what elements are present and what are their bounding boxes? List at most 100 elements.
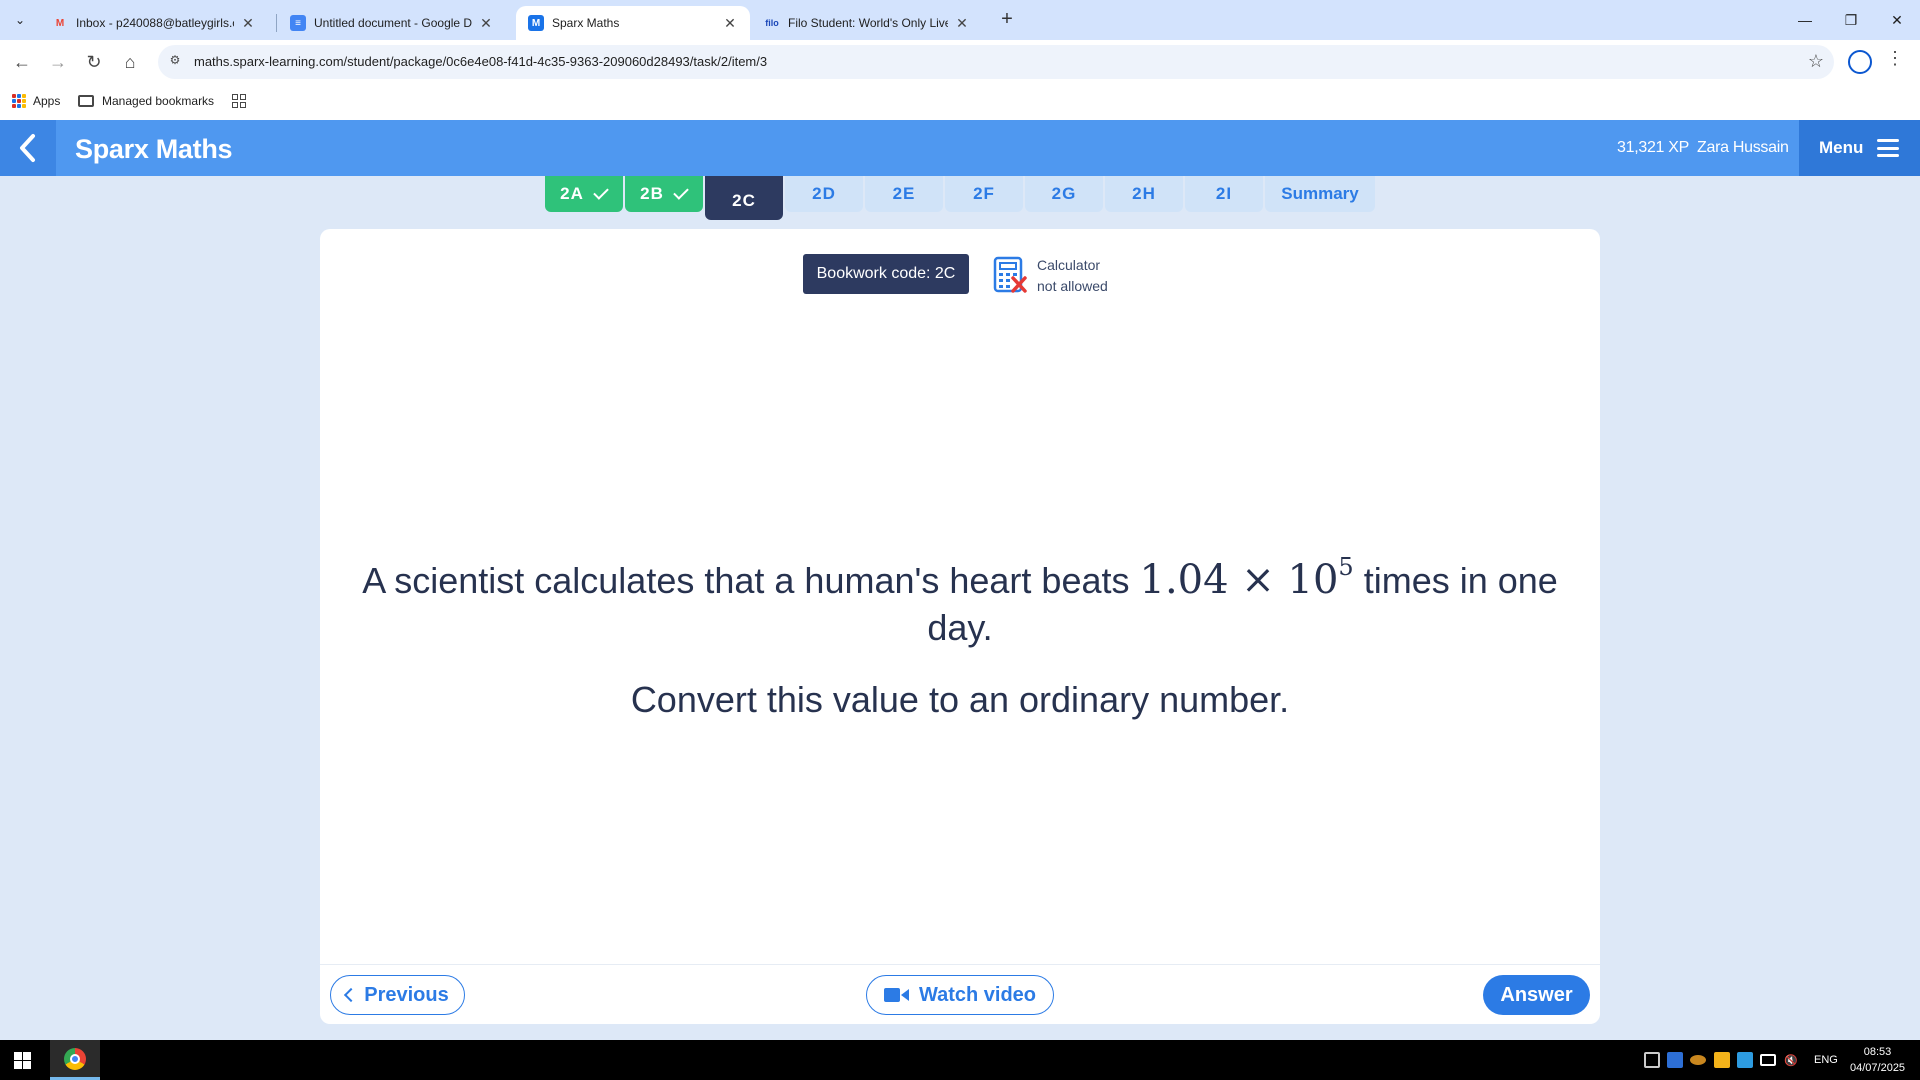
task-tab-2a[interactable]: 2A [545, 176, 623, 212]
close-tab-icon[interactable]: ✕ [722, 15, 738, 32]
answer-label: Answer [1500, 983, 1573, 1006]
tab-title: Filo Student: World's Only Live [788, 16, 948, 30]
managed-bookmarks-folder[interactable]: Managed bookmarks [78, 94, 214, 108]
answer-button[interactable]: Answer [1483, 975, 1590, 1015]
task-tab-label: 2I [1215, 184, 1233, 203]
forward-arrow-icon[interactable]: → [44, 48, 72, 76]
browser-tab-gmail[interactable]: M Inbox - p240088@batleygirls.co ✕ [40, 6, 268, 40]
bookwork-code-badge: Bookwork code: 2C [803, 254, 969, 294]
address-bar[interactable]: ⚙ maths.sparx-learning.com/student/packa… [158, 45, 1834, 79]
chrome-icon [64, 1047, 86, 1070]
math-expression: 1.04 × 105 [1139, 553, 1354, 603]
question-card: Bookwork code: 2C Calculator not allowed… [320, 229, 1600, 1024]
bookmarks-bar: Apps Managed bookmarks [0, 84, 1920, 120]
task-tab-label: 2C [732, 191, 756, 210]
calculator-status: Calculator not allowed [1037, 255, 1108, 297]
gmail-icon: M [55, 17, 65, 29]
close-tab-icon[interactable]: ✕ [478, 15, 494, 32]
back-arrow-icon[interactable]: ← [8, 48, 36, 76]
tray-cloud-icon[interactable] [1737, 1052, 1753, 1068]
taskbar-clock[interactable]: 08:53 04/07/2025 [1850, 1044, 1905, 1076]
sparx-icon: M [528, 15, 544, 31]
windows-start-icon[interactable] [14, 1052, 31, 1069]
windows-taskbar: 🔇 ENG 08:53 04/07/2025 [0, 1040, 1920, 1080]
restore-icon[interactable]: ❐ [1828, 0, 1874, 40]
task-tab-label: 2H [1132, 184, 1156, 203]
task-tab-2e[interactable]: 2E [865, 176, 943, 212]
filo-icon: filo [765, 18, 779, 28]
hamburger-icon [1877, 139, 1900, 157]
tab-search-chevron-icon[interactable]: ⌄ [8, 8, 32, 32]
browser-tab-docs[interactable]: ≡ Untitled document - Google Do ✕ [278, 6, 506, 40]
clock-time: 08:53 [1863, 1046, 1892, 1058]
volume-muted-icon[interactable]: 🔇 [1784, 1054, 1798, 1067]
apps-label: Apps [33, 94, 61, 108]
browser-menu-icon[interactable]: ⋮ [1886, 48, 1904, 69]
tab-title: Inbox - p240088@batleygirls.co [76, 16, 234, 30]
task-tab-label: 2E [892, 184, 916, 203]
tab-title: Sparx Maths [552, 16, 620, 30]
menu-button[interactable]: Menu [1799, 120, 1920, 176]
tab-groups-icon [232, 94, 246, 108]
task-tab-2c[interactable]: 2C [705, 176, 783, 220]
calculator-restriction: not allowed [1037, 278, 1108, 294]
previous-button[interactable]: Previous [330, 975, 465, 1015]
calculator-label: Calculator [1037, 257, 1101, 273]
browser-tab-sparx[interactable]: M Sparx Maths ✕ [516, 6, 750, 40]
reload-icon[interactable]: ↻ [80, 48, 108, 76]
math-base: 10 [1287, 557, 1339, 603]
card-footer-divider [320, 964, 1600, 965]
question-text: A scientist calculates that a human's he… [360, 544, 1560, 651]
watch-video-button[interactable]: Watch video [866, 975, 1054, 1015]
task-tab-2i[interactable]: 2I [1185, 176, 1263, 212]
video-camera-icon [883, 988, 909, 1002]
tray-onedrive-icon[interactable] [1690, 1055, 1706, 1065]
math-mantissa: 1.04 [1139, 557, 1229, 603]
tray-s-icon[interactable] [1667, 1052, 1683, 1068]
profile-icon[interactable] [1848, 50, 1872, 74]
task-tab-label: 2F [973, 184, 995, 203]
language-indicator[interactable]: ENG [1814, 1054, 1838, 1066]
tray-security-icon[interactable] [1714, 1052, 1730, 1068]
close-tab-icon[interactable]: ✕ [240, 15, 256, 32]
task-tab-label: 2G [1051, 184, 1077, 203]
browser-tab-filo[interactable]: filo Filo Student: World's Only Live ✕ [752, 6, 982, 40]
task-tab-label: Summary [1281, 184, 1359, 203]
minimize-icon[interactable]: — [1782, 0, 1828, 40]
calculator-not-allowed-icon [993, 256, 1027, 293]
close-window-icon[interactable]: ✕ [1874, 0, 1920, 40]
task-tab-label: 2A [560, 184, 584, 203]
question-instruction: Convert this value to an ordinary number… [630, 679, 1290, 720]
watch-video-label: Watch video [918, 983, 1037, 1006]
math-times: × [1228, 557, 1288, 603]
sparx-header: Sparx Maths 31,321 XP Zara Hussain Menu [0, 120, 1920, 176]
app-title: Sparx Maths [75, 134, 233, 164]
task-tab-2d[interactable]: 2D [785, 176, 863, 212]
url-text[interactable]: maths.sparx-learning.com/student/package… [194, 54, 767, 69]
network-icon[interactable] [1760, 1054, 1776, 1066]
task-tab-2h[interactable]: 2H [1105, 176, 1183, 212]
apps-bookmark[interactable]: Apps [12, 94, 60, 108]
check-icon [673, 184, 689, 200]
taskbar-chrome-button[interactable] [50, 1040, 100, 1080]
clock-date: 04/07/2025 [1850, 1062, 1906, 1074]
menu-label: Menu [1819, 138, 1864, 157]
task-tab-2g[interactable]: 2G [1025, 176, 1103, 212]
task-tab-2b[interactable]: 2B [625, 176, 703, 212]
site-info-icon[interactable]: ⚙ [166, 53, 184, 71]
new-tab-button[interactable]: + [995, 8, 1019, 32]
bookmark-star-icon[interactable]: ☆ [1808, 51, 1824, 72]
managed-bookmarks-label: Managed bookmarks [102, 94, 215, 108]
question-text-before: A scientist calculates that a human's he… [362, 560, 1140, 601]
browser-toolbar: ← → ↻ ⌂ ⚙ maths.sparx-learning.com/stude… [0, 40, 1920, 84]
check-icon [593, 184, 609, 200]
sparx-back-button[interactable] [0, 120, 56, 176]
tab-groups-button[interactable] [232, 94, 246, 108]
folder-icon [78, 95, 94, 107]
tray-app-icon[interactable] [1644, 1052, 1660, 1068]
task-tab-2f[interactable]: 2F [945, 176, 1023, 212]
previous-label: Previous [364, 983, 449, 1006]
close-tab-icon[interactable]: ✕ [954, 15, 970, 32]
home-icon[interactable]: ⌂ [116, 48, 144, 76]
task-tab-summary[interactable]: Summary [1265, 176, 1375, 212]
